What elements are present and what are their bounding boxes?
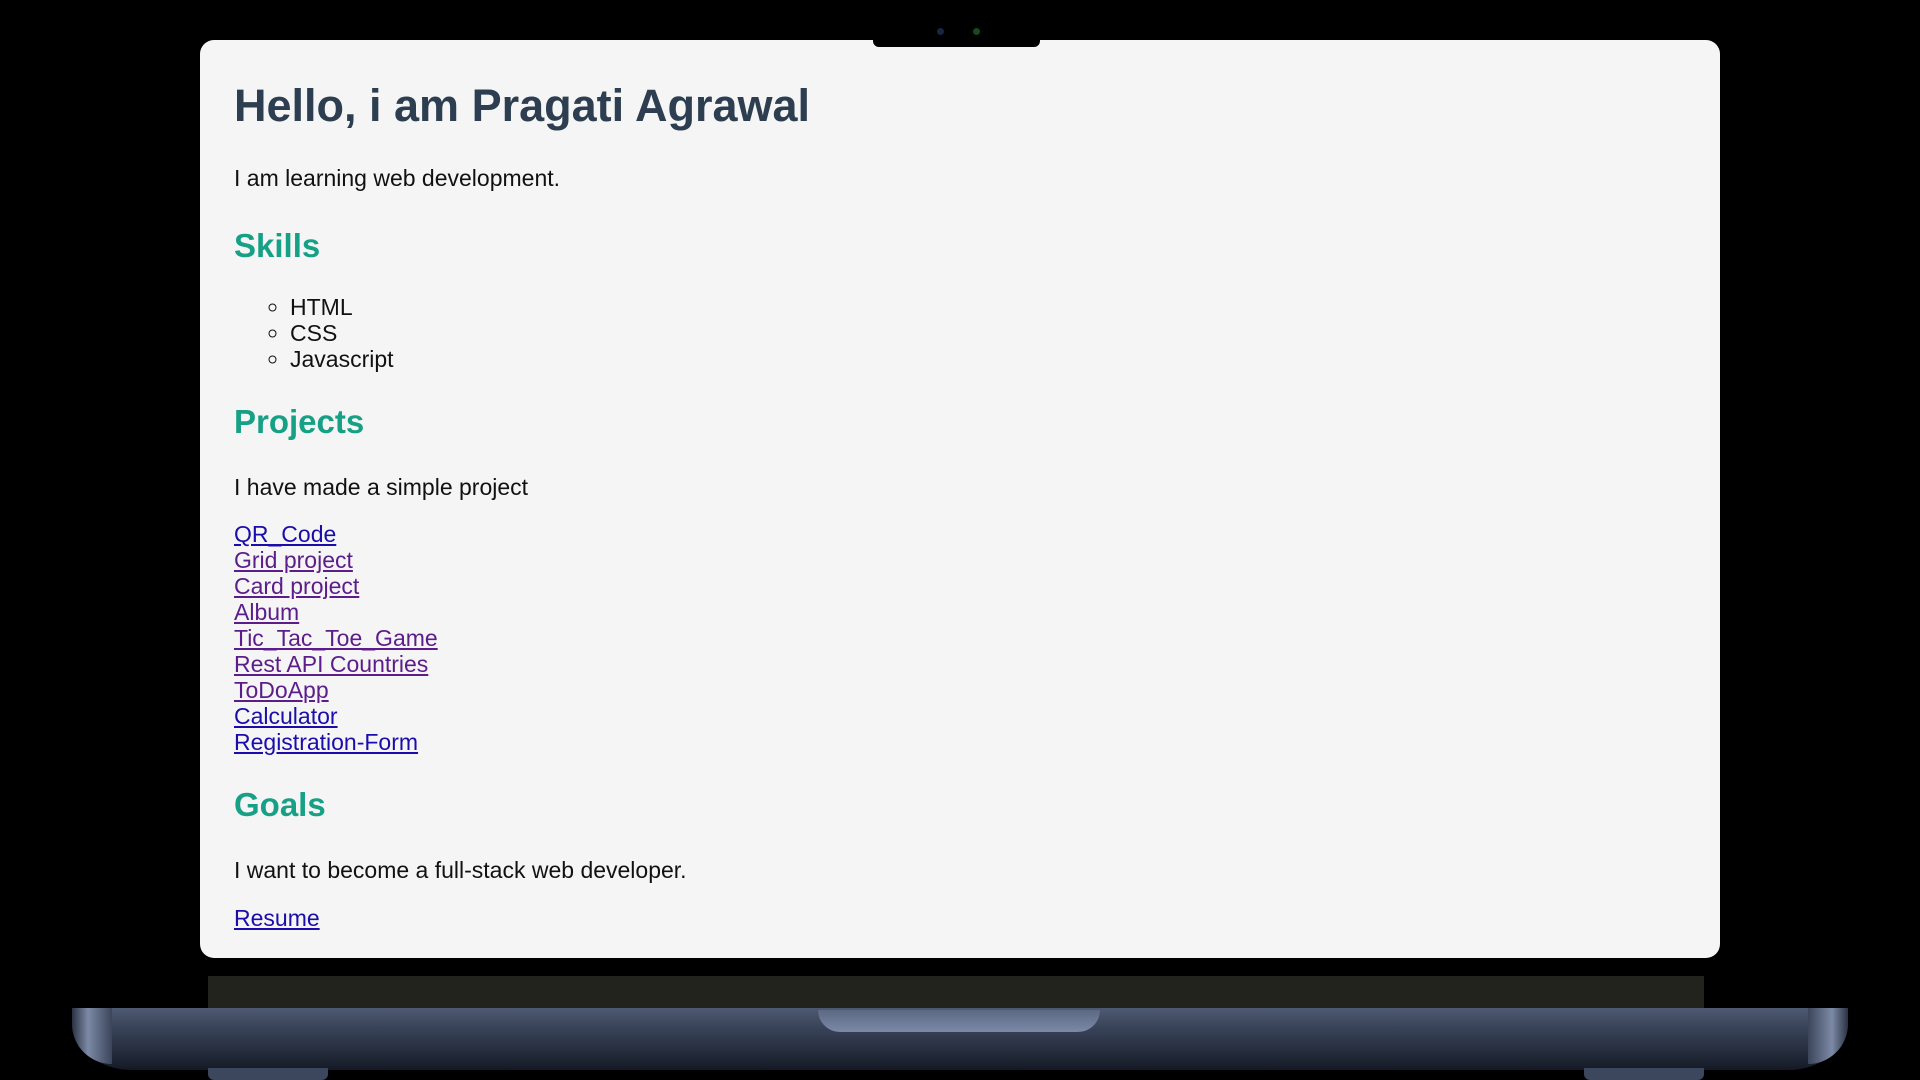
intro-text: I am learning web development. [234,165,561,191]
project-link-rest-api-countries[interactable]: Rest API Countries [234,651,1720,677]
laptop-mockup: Hello, i am Pragati Agrawal I am learnin… [0,0,1920,1080]
laptop-hinge [208,976,1704,1010]
project-link-qr-code[interactable]: QR_Code [234,521,1720,547]
skill-item: HTML [290,294,1720,320]
camera-icon [937,28,944,35]
project-links: QR_Code Grid project Card project Album … [234,521,1720,755]
project-link-grid-project[interactable]: Grid project [234,547,1720,573]
project-link-album[interactable]: Album [234,599,1720,625]
camera-notch [873,0,1040,47]
project-link-todoapp[interactable]: ToDoApp [234,677,1720,703]
laptop-base-edge-left [72,1008,112,1064]
skill-item: Javascript [290,346,1720,372]
project-link-card-project[interactable]: Card project [234,573,1720,599]
laptop-screen: Hello, i am Pragati Agrawal I am learnin… [200,40,1720,958]
laptop-opening-lip [818,1010,1100,1032]
skills-heading: Skills [234,227,321,264]
project-link-tic-tac-toe-game[interactable]: Tic_Tac_Toe_Game [234,625,1720,651]
skill-item: CSS [290,320,1720,346]
laptop-foot-left [208,1068,328,1080]
goals-heading: Goals [234,786,326,823]
goals-text: I want to become a full-stack web develo… [234,857,687,883]
project-link-registration-form[interactable]: Registration-Form [234,729,1720,755]
laptop-foot-right [1584,1068,1704,1080]
skills-list: HTML CSS Javascript [234,294,1720,372]
page-title: Hello, i am Pragati Agrawal [234,80,811,131]
resume-link[interactable]: Resume [234,905,1720,931]
project-link-calculator[interactable]: Calculator [234,703,1720,729]
camera-indicator-icon [973,28,980,35]
laptop-base-edge-right [1808,1008,1848,1064]
projects-heading: Projects [234,403,365,440]
projects-text: I have made a simple project [234,474,529,500]
